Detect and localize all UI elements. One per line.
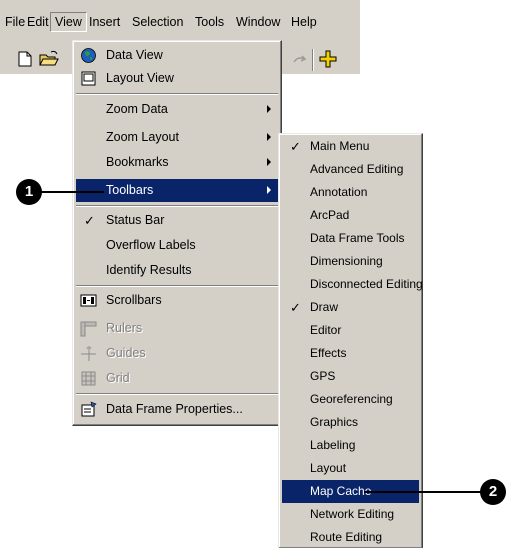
checkmark-icon: ✓: [290, 139, 301, 154]
globe-icon: [80, 47, 97, 64]
menu-separator: [76, 393, 278, 395]
new-document-icon[interactable]: [15, 49, 35, 69]
callout-step-2: 2: [480, 479, 506, 505]
callout-step-1: 1: [16, 179, 42, 205]
toolbar-item-labeling[interactable]: Labeling: [282, 434, 419, 457]
menu-separator: [76, 285, 278, 287]
toolbar-item-georeferencing[interactable]: Georeferencing: [282, 388, 419, 411]
toolbar-item-editor[interactable]: Editor: [282, 319, 419, 342]
toolbar-item-layout[interactable]: Layout: [282, 457, 419, 480]
menu-item-zoom-layout[interactable]: Zoom Layout: [76, 126, 278, 149]
toolbar-item-advanced-editing[interactable]: Advanced Editing: [282, 158, 419, 181]
menu-item-status-bar[interactable]: ✓ Status Bar: [76, 209, 278, 232]
toolbar-separator: [312, 49, 314, 71]
menu-tools[interactable]: Tools: [195, 15, 224, 30]
toolbar-item-main-menu[interactable]: ✓ Main Menu: [282, 135, 419, 158]
menu-item-data-frame-properties[interactable]: Data Frame Properties...: [76, 398, 278, 421]
add-data-icon[interactable]: [318, 49, 338, 69]
toolbar-item-route-editing[interactable]: Route Editing: [282, 526, 419, 548]
guides-icon: [80, 345, 97, 362]
rulers-icon: [80, 320, 97, 337]
toolbars-submenu: ✓ Main Menu Advanced Editing Annotation …: [278, 133, 423, 548]
menu-item-overflow-labels[interactable]: Overflow Labels: [76, 234, 278, 257]
callout-2-leader: [364, 491, 492, 493]
menu-item-layout-view[interactable]: Layout View: [76, 67, 278, 90]
submenu-arrow-icon: [267, 186, 271, 194]
menu-edit[interactable]: Edit: [27, 15, 49, 30]
submenu-arrow-icon: [267, 133, 271, 141]
menu-item-rulers[interactable]: Rulers: [76, 317, 278, 340]
page-icon: [80, 70, 97, 87]
grid-icon: [80, 370, 97, 387]
toolbar-item-dimensioning[interactable]: Dimensioning: [282, 250, 419, 273]
menu-item-toolbars[interactable]: Toolbars: [76, 179, 278, 202]
menu-separator: [76, 205, 278, 207]
menu-item-data-view[interactable]: Data View: [76, 44, 278, 67]
toolbar-item-graphics[interactable]: Graphics: [282, 411, 419, 434]
toolbar-item-data-frame-tools[interactable]: Data Frame Tools: [282, 227, 419, 250]
menu-insert[interactable]: Insert: [89, 15, 120, 30]
menu-help[interactable]: Help: [291, 15, 317, 30]
properties-icon: [80, 401, 97, 418]
menu-selection[interactable]: Selection: [132, 15, 183, 30]
menu-item-identify-results[interactable]: Identify Results: [76, 259, 278, 282]
toolbar-item-effects[interactable]: Effects: [282, 342, 419, 365]
toolbar-item-arcpad[interactable]: ArcPad: [282, 204, 419, 227]
menu-item-zoom-data[interactable]: Zoom Data: [76, 98, 278, 121]
scrollbars-icon: [80, 292, 97, 309]
menu-file[interactable]: File: [5, 15, 25, 30]
redo-icon[interactable]: [290, 49, 310, 69]
submenu-arrow-icon: [267, 158, 271, 166]
toolbar-item-draw[interactable]: ✓ Draw: [282, 296, 419, 319]
menu-view[interactable]: View: [50, 12, 87, 32]
toolbar-item-gps[interactable]: GPS: [282, 365, 419, 388]
menu-bar: File Edit View Insert Selection Tools Wi…: [0, 0, 360, 44]
menu-item-grid[interactable]: Grid: [76, 367, 278, 390]
menu-item-bookmarks[interactable]: Bookmarks: [76, 151, 278, 174]
menu-item-scrollbars[interactable]: Scrollbars: [76, 289, 278, 312]
toolbar-item-network-editing[interactable]: Network Editing: [282, 503, 419, 526]
toolbar-item-annotation[interactable]: Annotation: [282, 181, 419, 204]
menu-separator: [76, 93, 278, 95]
checkmark-icon: ✓: [84, 213, 95, 228]
open-folder-icon[interactable]: [38, 49, 59, 69]
toolbar-item-disconnected-editing[interactable]: Disconnected Editing: [282, 273, 423, 296]
view-menu: Data View Layout View Zoom Data Zoom Lay…: [72, 40, 282, 426]
checkmark-icon: ✓: [290, 300, 301, 315]
menu-window[interactable]: Window: [236, 15, 280, 30]
submenu-arrow-icon: [267, 105, 271, 113]
menu-item-guides[interactable]: Guides: [76, 342, 278, 365]
